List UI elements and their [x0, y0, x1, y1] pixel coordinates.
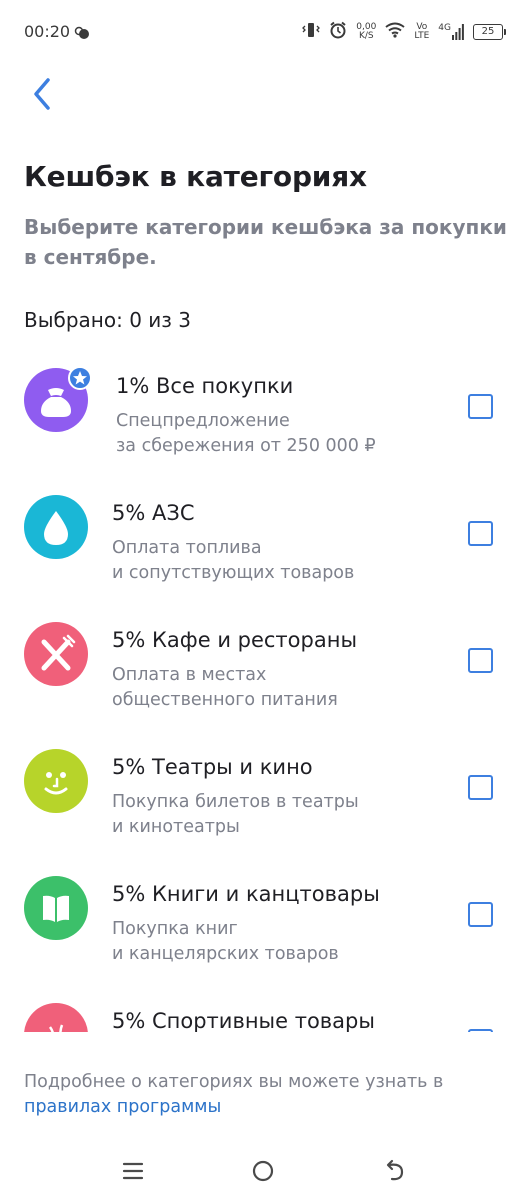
status-bar: 00:20 0,00 K/S Vo LTE 4G 25 [0, 0, 527, 66]
category-description: Покупка книг и канцелярских товаров [112, 917, 339, 967]
star-badge-icon [68, 366, 92, 390]
category-title: 5% Книги и канцтовары [112, 882, 380, 906]
page-title: Кешбэк в категориях [24, 160, 367, 193]
footer-note: Подробнее о категориях вы можете узнать … [24, 1070, 504, 1120]
category-description-line: Оплата в местах [112, 665, 267, 685]
category-description-line: Спецпредложение [116, 411, 290, 431]
category-icon-circle [24, 495, 88, 559]
category-checkbox[interactable] [468, 775, 493, 800]
category-description: Спецпредложение за сбережения от 250 000… [116, 409, 376, 459]
category-title: 1% Все покупки [116, 374, 294, 398]
category-description-line: и сопутствующих товаров [112, 563, 355, 583]
weather-icon [74, 25, 90, 44]
category-icon-circle [24, 622, 88, 686]
category-title: 5% Кафе и рестораны [112, 628, 358, 652]
category-checkbox[interactable] [468, 902, 493, 927]
signal-icon: 4G [438, 24, 464, 40]
category-row-all-purchases[interactable]: 1% Все покупки Спецпредложение за сбереж… [0, 344, 527, 471]
status-time: 00:20 [24, 22, 71, 41]
category-row-theaters-cinema[interactable]: 5% Театры и кино Покупка билетов в театр… [0, 725, 527, 852]
menu-icon [122, 1162, 144, 1180]
back-button[interactable] [24, 74, 64, 114]
smile-face-icon [44, 772, 68, 795]
selected-count: Выбрано: 0 из 3 [24, 308, 192, 332]
category-title: 5% АЗС [112, 501, 195, 525]
category-checkbox[interactable] [468, 521, 493, 546]
home-circle-icon [252, 1160, 274, 1182]
volte-indicator: Vo LTE [414, 23, 429, 41]
back-nav-button[interactable] [380, 1156, 410, 1186]
category-row-gas-stations[interactable]: 5% АЗС Оплата топлива и сопутствующих то… [0, 471, 527, 598]
category-description: Оплата топлива и сопутствующих товаров [112, 536, 354, 586]
network-type: 4G [438, 23, 451, 33]
category-description-line: Покупка билетов в театры [112, 792, 359, 812]
category-icon-circle [24, 876, 88, 940]
back-arrow-icon [386, 1159, 404, 1181]
category-row-books-stationery[interactable]: 5% Книги и канцтовары Покупка книг и кан… [0, 852, 527, 979]
open-book-icon [43, 895, 69, 922]
footer-text: Подробнее о категориях вы можете узнать … [24, 1072, 444, 1092]
category-list[interactable]: 1% Все покупки Спецпредложение за сбереж… [0, 344, 527, 1032]
category-description-line: и канцелярских товаров [112, 944, 339, 964]
battery-icon: 25 [473, 24, 506, 40]
home-nav-button[interactable] [248, 1156, 278, 1186]
category-description-line: общественного питания [112, 690, 338, 710]
category-title: 5% Театры и кино [112, 755, 313, 779]
category-row-cafes-restaurants[interactable]: 5% Кафе и рестораны Оплата в местах обще… [0, 598, 527, 725]
net-speed-unit: K/S [358, 31, 374, 41]
drop-icon [44, 511, 68, 545]
category-description: Покупка билетов в театры и кинотеатры [112, 790, 359, 840]
category-icon-circle [24, 749, 88, 813]
fork-knife-icon [41, 634, 76, 671]
volte-bottom: LTE [414, 31, 430, 41]
category-icon-circle [24, 1003, 88, 1032]
menu-nav-button[interactable] [118, 1156, 148, 1186]
system-nav-bar [0, 1140, 527, 1200]
category-row-sports-goods[interactable]: 5% Спортивные товары [0, 979, 527, 1032]
category-checkbox[interactable] [468, 1029, 493, 1032]
wifi-icon [385, 22, 405, 42]
alarm-icon [329, 21, 347, 43]
category-description-line: и кинотеатры [112, 817, 240, 837]
category-title: 5% Спортивные товары [112, 1009, 375, 1032]
page-subtitle: Выберите категории кешбэка за покупки в … [24, 215, 507, 269]
program-rules-link[interactable]: правилах программы [24, 1095, 504, 1120]
category-description-line: Оплата топлива [112, 538, 262, 558]
category-description-line: Покупка книг [112, 919, 238, 939]
chevron-left-icon [34, 78, 50, 110]
category-checkbox[interactable] [468, 394, 493, 419]
vibrate-icon [302, 22, 321, 42]
category-description: Оплата в местах общественного питания [112, 663, 338, 713]
category-checkbox[interactable] [468, 648, 493, 673]
status-icons: 0,00 K/S Vo LTE 4G 25 [302, 20, 506, 44]
category-description-line: за сбережения от 250 000 ₽ [116, 436, 376, 456]
net-speed: 0,00 K/S [356, 23, 376, 41]
sport-ball-icon [48, 1024, 64, 1032]
